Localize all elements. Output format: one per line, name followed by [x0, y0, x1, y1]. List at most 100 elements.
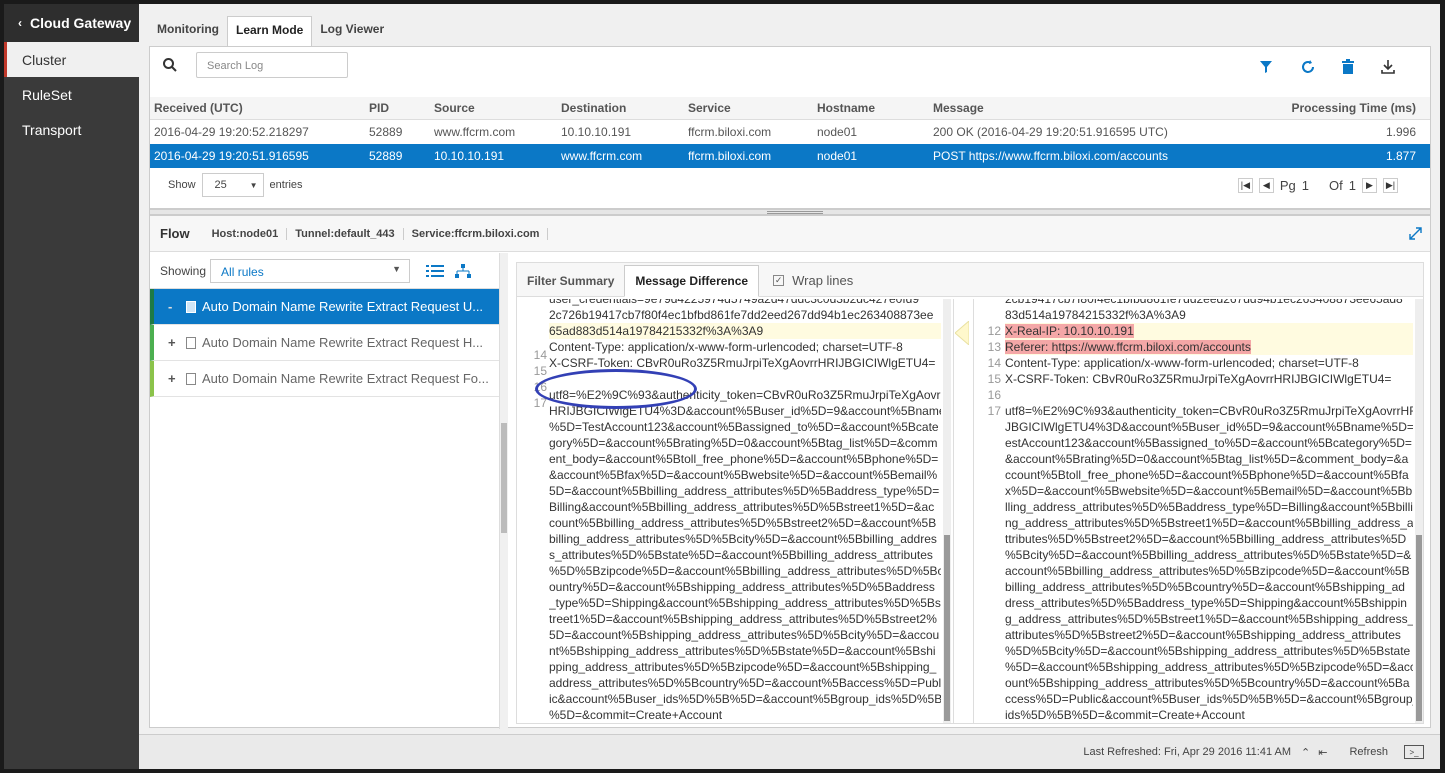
terminal-icon[interactable]: >_: [1404, 745, 1424, 759]
col-pid[interactable]: PID: [365, 97, 430, 120]
flow-host: Host:node01: [204, 227, 288, 240]
top-tabs: Monitoring Learn Mode Log Viewer: [149, 16, 392, 46]
sidebar-item-cluster[interactable]: Cluster: [4, 42, 139, 77]
code-line: count%5Bbilling_address_attributes%5D%5B…: [549, 516, 937, 530]
code-line: nt%5Bshipping_address_attributes%5D%5Bst…: [549, 644, 936, 658]
rule-item[interactable]: + Auto Domain Name Rewrite Extract Reque…: [150, 361, 499, 397]
code-line: %5Bcity%5D=&account%5Bbilling_address_at…: [1005, 548, 1412, 562]
table-row-selected[interactable]: 2016-04-29 19:20:51.916595 52889 10.10.1…: [150, 143, 1430, 168]
col-processing-time[interactable]: Processing Time (ms): [1270, 97, 1430, 120]
code-line: 5D=&account%5Bshipping_address_attribute…: [549, 628, 940, 642]
plus-icon[interactable]: +: [168, 335, 182, 350]
chevron-up-icon[interactable]: ⌃: [1301, 746, 1310, 759]
code-line: Content-Type: application/x-www-form-url…: [1005, 356, 1359, 370]
rule-item-selected[interactable]: - Auto Domain Name Rewrite Extract Reque…: [150, 289, 499, 325]
caret-down-icon: ▼: [392, 263, 402, 274]
col-source[interactable]: Source: [430, 97, 557, 120]
body-lines: utf8=%E2%9C%93&authenticity_token=CBvR0u…: [549, 387, 941, 723]
code-line: user_credentials=9e79d4225974d5749a2d47d…: [549, 299, 919, 306]
expand-toggle-icon[interactable]: -: [168, 299, 182, 314]
refresh-icon[interactable]: [1300, 59, 1316, 75]
code-line: s_attributes%5D%5Bstate%5D=&account%5Bbi…: [549, 548, 933, 562]
code-line: ids%5D%5B%5D=&commit=Create+Account: [1005, 708, 1245, 722]
last-refreshed-text: Last Refreshed: Fri, Apr 29 2016 11:41 A…: [1083, 746, 1292, 758]
table-row[interactable]: 2016-04-29 19:20:52.218297 52889 www.ffc…: [150, 120, 1430, 144]
collapse-left-icon[interactable]: ⇤: [1318, 746, 1327, 759]
cell: 52889: [365, 143, 430, 168]
col-service[interactable]: Service: [684, 97, 813, 120]
wrap-lines-label: Wrap lines: [792, 273, 854, 288]
code-line: gory%5D=&account%5Brating%5D=0&account%5…: [549, 436, 938, 450]
code-line: JBGICIWlgETU4%3D&account%5Buser_id%5D=9&…: [1005, 420, 1413, 434]
code-line: g_address_attributes%5D%5Bstreet1%5D=&ac…: [1005, 612, 1413, 626]
scrollbar-thumb[interactable]: [1416, 535, 1422, 721]
wrap-lines-toggle[interactable]: ✓ Wrap lines: [773, 273, 853, 296]
rule-item[interactable]: + Auto Domain Name Rewrite Extract Reque…: [150, 325, 499, 361]
tab-monitoring[interactable]: Monitoring: [149, 16, 227, 46]
of-label: Of: [1329, 178, 1343, 193]
page-size-control: Show 25 ▼ entries: [168, 173, 303, 197]
cell: node01: [817, 124, 858, 139]
code-line: Content-Type: application/x-www-form-url…: [549, 340, 903, 354]
line-number: 17: [987, 404, 1001, 418]
code-line: ttributes%5D%5Bstreet2%5D=&account%5Bbil…: [1005, 532, 1407, 546]
col-received[interactable]: Received (UTC): [150, 97, 365, 120]
log-panel: Search Log Received (UTC) PID Source Des…: [149, 46, 1431, 209]
cell: 200 OK (2016-04-29 19:20:51.916595 UTC): [933, 124, 1168, 139]
entries-select[interactable]: 25 ▼: [201, 173, 264, 197]
rules-scrollbar[interactable]: [500, 253, 508, 729]
tree-view-icon[interactable]: [454, 263, 472, 278]
prev-page-button[interactable]: ◀: [1258, 178, 1274, 193]
cell: www.ffcrm.com: [557, 143, 684, 168]
pane-divider: [973, 299, 974, 723]
code-line: ccount%5Btoll_free_phone%5D=&account%5Bp…: [1005, 468, 1409, 482]
flow-header: Flow Host:node01 Tunnel:default_443 Serv…: [150, 216, 1430, 252]
code-line: lling_address_attributes%5D%5Baddress_ty…: [1005, 500, 1413, 514]
trash-icon[interactable]: [1340, 59, 1356, 75]
sidebar-item-transport[interactable]: Transport: [4, 112, 139, 147]
col-destination[interactable]: Destination: [557, 97, 684, 120]
entries-label: entries: [269, 179, 303, 191]
code-line: pping_address_attributes%5D%5Bzipcode%5D…: [549, 660, 937, 674]
code-line: Billing&account%5Bbilling_address_attrib…: [549, 500, 935, 514]
total-pages: 1: [1348, 178, 1356, 193]
scrollbar-thumb[interactable]: [501, 423, 507, 533]
pagination: |◀ ◀ Pg 1 Of 1 ▶ ▶|: [1237, 178, 1398, 193]
expand-icon[interactable]: [1409, 227, 1422, 240]
last-page-button[interactable]: ▶|: [1383, 178, 1398, 193]
tab-message-difference[interactable]: Message Difference: [624, 265, 760, 297]
first-page-button[interactable]: |◀: [1237, 178, 1253, 193]
code-line: address_attributes%5D%5Bcountry%5D=&acco…: [549, 676, 941, 690]
rules-filter-select[interactable]: All rules ▼: [210, 258, 411, 283]
code-line: attributes%5D%5Bstreet2%5D=&account%5Bsh…: [1005, 628, 1401, 642]
line-number: 14: [533, 348, 547, 362]
refresh-button[interactable]: Refresh: [1349, 746, 1388, 758]
code-line: treet1%5D=&account%5Bshipping_address_at…: [549, 612, 937, 626]
cell: 1.996: [1385, 124, 1416, 139]
filter-icon[interactable]: [1258, 59, 1274, 75]
cell: www.ffcrm.com: [434, 124, 516, 139]
page-number[interactable]: 1: [1302, 178, 1309, 193]
col-message[interactable]: Message: [929, 97, 1270, 120]
tab-filter-summary[interactable]: Filter Summary: [517, 266, 624, 296]
search-icon[interactable]: [162, 57, 178, 73]
sidebar-item-ruleset[interactable]: RuleSet: [4, 77, 139, 112]
rule-label: Auto Domain Name Rewrite Extract Request…: [202, 371, 489, 386]
plus-icon[interactable]: +: [168, 371, 182, 386]
tab-learn-mode[interactable]: Learn Mode: [226, 16, 313, 46]
right-scrollbar[interactable]: [1415, 299, 1423, 723]
rule-label: Auto Domain Name Rewrite Extract Request…: [202, 335, 484, 350]
left-scrollbar[interactable]: [943, 299, 951, 723]
sidebar-back-title[interactable]: ‹ Cloud Gateway: [4, 4, 139, 42]
code-line: ent_body=&account%5Btoll_free_phone%5D=&…: [549, 452, 939, 466]
wrap-lines-checkbox[interactable]: ✓: [773, 275, 785, 286]
tab-log-viewer[interactable]: Log Viewer: [312, 16, 392, 46]
rules-list-panel: Showing All rules ▼ - Auto Domain Name R…: [150, 253, 500, 729]
download-icon[interactable]: [1380, 59, 1396, 75]
next-page-button[interactable]: ▶: [1362, 178, 1377, 193]
splitter-grip-icon[interactable]: [767, 211, 823, 214]
col-hostname[interactable]: Hostname: [813, 97, 929, 120]
list-view-icon[interactable]: [426, 264, 445, 278]
search-input[interactable]: Search Log: [196, 52, 348, 78]
scrollbar-thumb[interactable]: [944, 535, 950, 721]
